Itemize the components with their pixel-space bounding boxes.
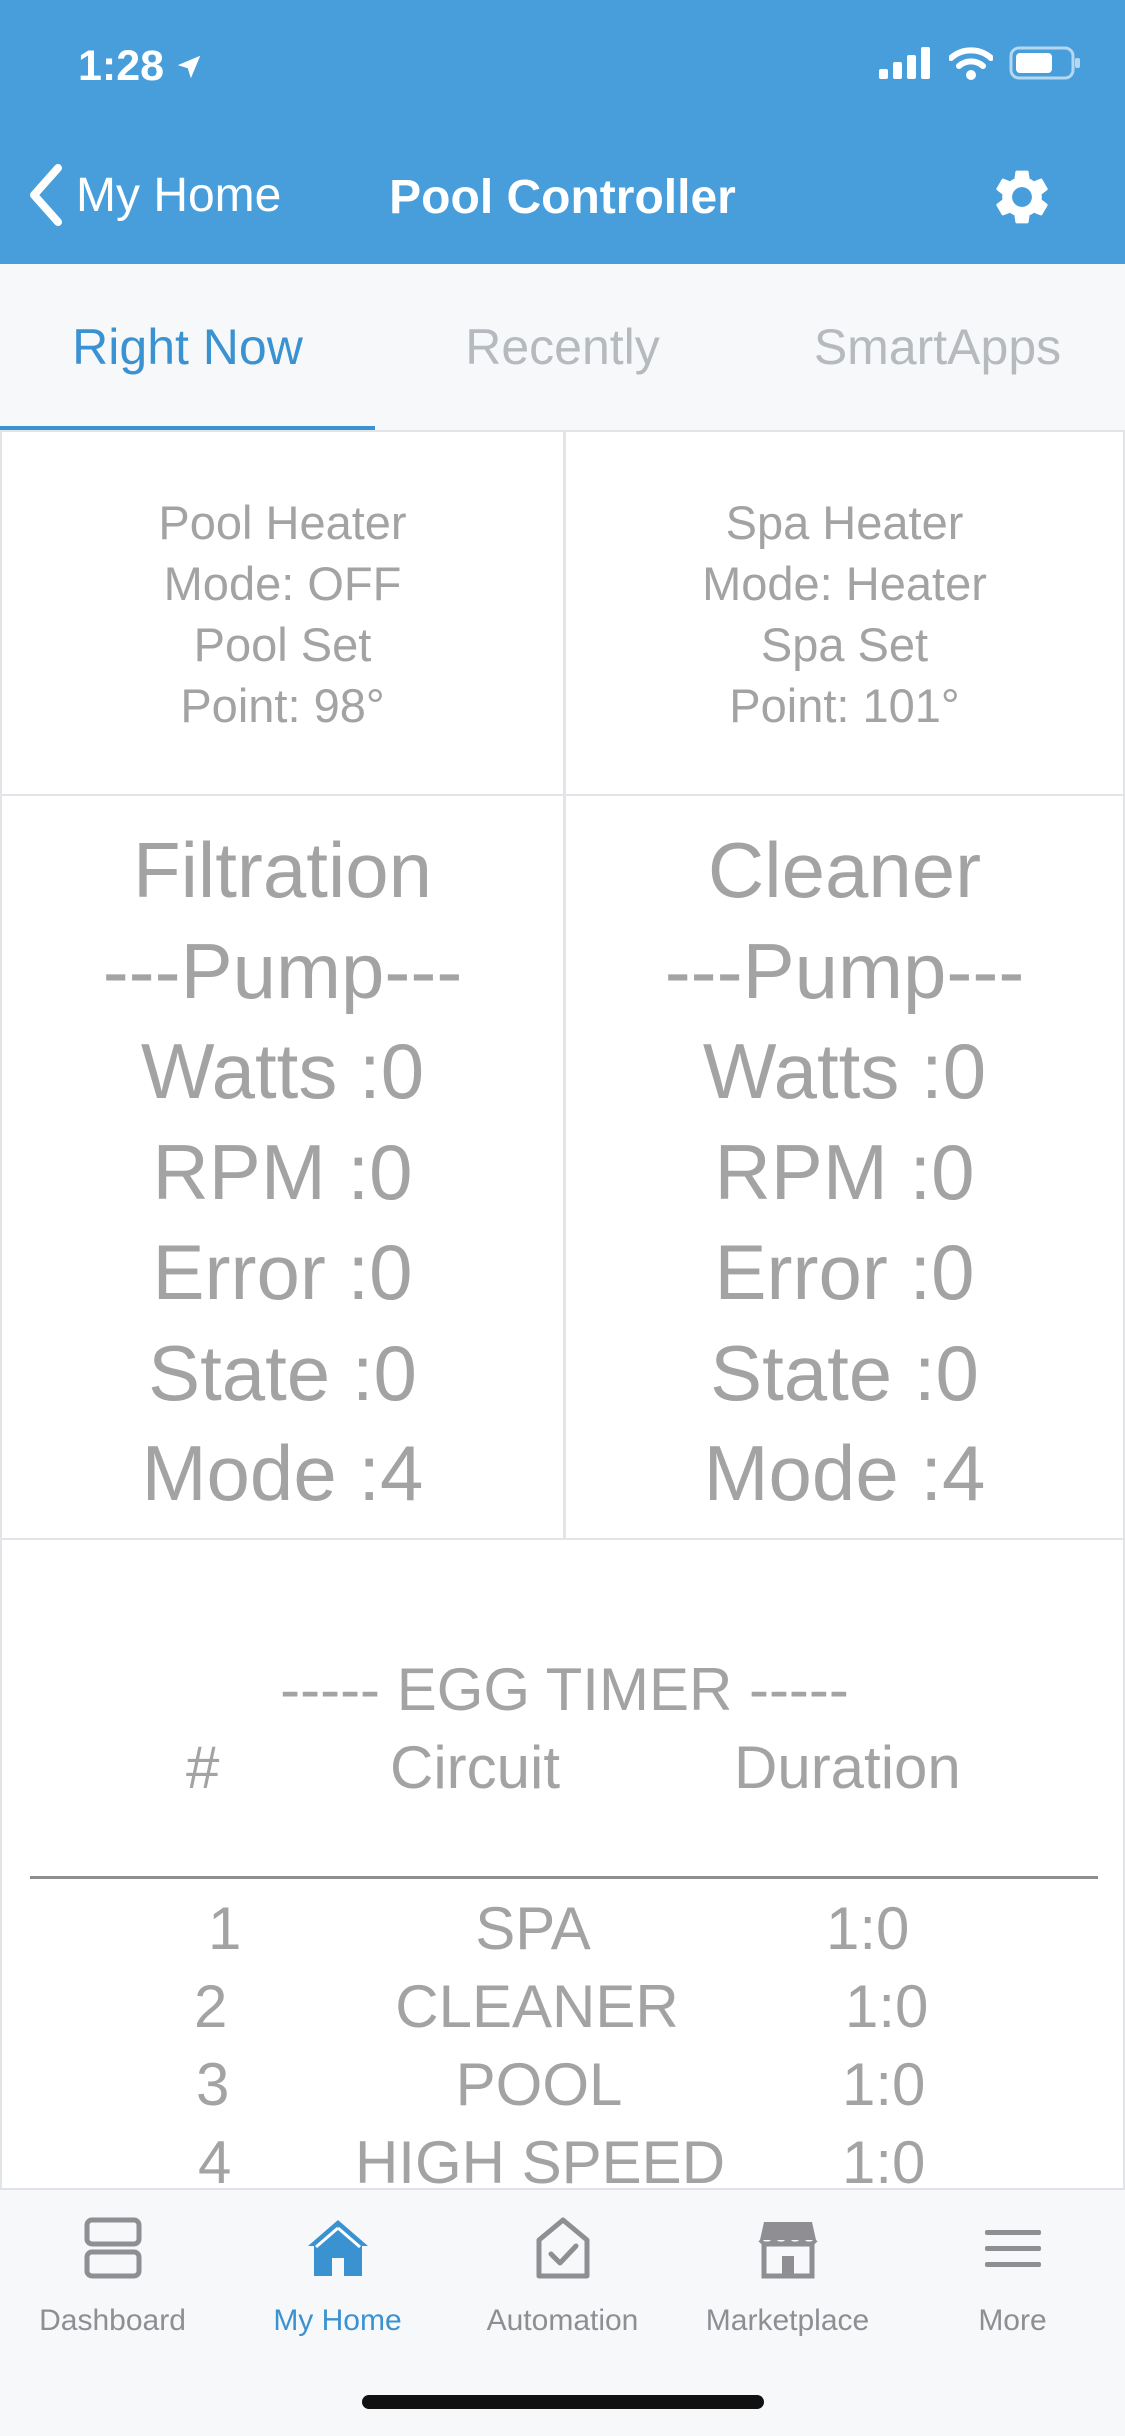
bottom-tab-label: Automation (486, 2304, 639, 2337)
tile-line: Point: 98° (180, 679, 385, 732)
clock-text: 1:28 (78, 42, 165, 90)
bottom-tab-marketplace[interactable]: Marketplace (675, 2216, 900, 2338)
dashboard-icon (84, 2217, 141, 2279)
tile-line: State :0 (148, 1328, 417, 1417)
app-header: 1:28 My Home Pool Controller (0, 0, 1125, 264)
status-bar-time: 1:28 (78, 42, 204, 91)
tile-line: Mode: Heater (702, 557, 987, 610)
bottom-tab-label: Marketplace (705, 2304, 870, 2337)
tab-right-now[interactable]: Right Now (0, 264, 375, 432)
tile-line: Error :0 (714, 1228, 975, 1316)
column-header-number: # (186, 1734, 220, 1801)
settings-gear-icon[interactable] (989, 164, 1055, 230)
filtration-pump-tile[interactable]: Filtration ---Pump--- Watts :0 RPM :0 Er… (0, 794, 565, 1540)
tile-line: ---Pump--- (102, 926, 463, 1015)
tile-line: Cleaner (707, 826, 982, 914)
tab-label: Right Now (72, 319, 303, 375)
tile-line: Mode :4 (141, 1429, 424, 1517)
tile-line: Filtration (132, 826, 433, 914)
wifi-icon (949, 47, 993, 80)
bottom-tab-label: More (978, 2304, 1047, 2337)
page-title: Pool Controller (389, 171, 736, 224)
tile-line: Spa Heater (725, 496, 964, 549)
egg-timer-title: ----- EGG TIMER ----- (280, 1656, 849, 1723)
bottom-tab-dashboard[interactable]: Dashboard (0, 2216, 225, 2338)
egg-timer-tile[interactable]: ----- EGG TIMER ----- # Circuit Duration… (0, 1538, 1125, 2188)
automation-icon (536, 2217, 589, 2279)
marketplace-icon (757, 2222, 818, 2279)
bottom-tab-label: My Home (273, 2304, 402, 2337)
tile-line: Spa Set (760, 618, 929, 671)
bottom-tab-more[interactable]: More (900, 2216, 1125, 2338)
tile-line: ---Pump--- (664, 926, 1025, 1015)
home-icon (307, 2220, 368, 2276)
battery-icon (1009, 46, 1080, 80)
chevron-left-icon (30, 164, 62, 226)
tile-line: Pool Set (193, 618, 372, 671)
tile-line: State :0 (710, 1328, 979, 1417)
divider (30, 1876, 1098, 1879)
pool-heater-tile[interactable]: Pool Heater Mode: OFF Pool Set Point: 98… (0, 430, 565, 796)
location-arrow-icon (177, 55, 201, 78)
tab-smartapps[interactable]: SmartApps (750, 264, 1125, 430)
tile-line: Error :0 (152, 1228, 413, 1316)
tile-line: Watts :0 (702, 1027, 987, 1115)
row-duration: 1:0 (842, 2051, 926, 2118)
tab-label: SmartApps (813, 319, 1062, 375)
tile-line: Pool Heater (158, 496, 407, 549)
bottom-tab-label: Dashboard (39, 2304, 186, 2337)
bottom-tab-automation[interactable]: Automation (450, 2216, 675, 2338)
cellular-signal-icon (879, 47, 930, 79)
bottom-tab-my-home[interactable]: My Home (225, 2216, 450, 2338)
row-duration: 1:0 (842, 2129, 926, 2188)
menu-icon (984, 2230, 1041, 2267)
tile-line: Mode :4 (703, 1429, 986, 1517)
row-duration: 1:0 (845, 1973, 929, 2040)
column-header-duration: Duration (734, 1734, 961, 1801)
row-duration: 1:0 (826, 1895, 910, 1962)
tile-line: Point: 101° (729, 679, 960, 732)
column-header-circuit: Circuit (390, 1734, 561, 1801)
cleaner-pump-tile[interactable]: Cleaner ---Pump--- Watts :0 RPM :0 Error… (564, 794, 1125, 1540)
tile-line: Watts :0 (140, 1027, 425, 1115)
back-button[interactable]: My Home (26, 164, 281, 226)
tile-line: RPM :0 (152, 1127, 413, 1216)
spa-heater-tile[interactable]: Spa Heater Mode: Heater Spa Set Point: 1… (564, 430, 1125, 796)
tile-line: RPM :0 (714, 1127, 975, 1216)
tab-label: Recently (465, 319, 660, 375)
tab-recently[interactable]: Recently (375, 264, 750, 430)
home-indicator[interactable] (362, 2395, 764, 2409)
back-button-label: My Home (76, 168, 282, 222)
segment-tabs: Right Now Recently SmartApps (0, 264, 1125, 432)
status-bar-indicators (879, 46, 1081, 80)
tile-line: Mode: OFF (163, 557, 402, 610)
